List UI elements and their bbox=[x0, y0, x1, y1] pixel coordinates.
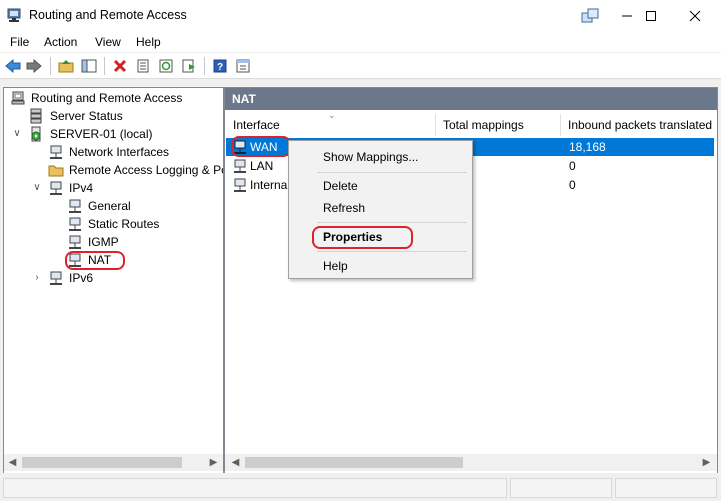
server-status-icon bbox=[28, 108, 44, 124]
network-interface-icon bbox=[232, 158, 248, 174]
properties-sheet-icon[interactable] bbox=[134, 57, 152, 75]
general-icon bbox=[67, 198, 83, 214]
title-bar: Routing and Remote Access bbox=[0, 0, 721, 31]
network-interface-icon bbox=[232, 177, 248, 193]
left-horizontal-scrollbar[interactable]: ◀ ▶ bbox=[4, 454, 223, 471]
menu-bar: File Action View Help bbox=[0, 31, 721, 52]
app-icon bbox=[6, 7, 22, 23]
console-tree: Routing and Remote Access Server Status … bbox=[3, 87, 224, 475]
help-icon[interactable]: ? bbox=[211, 57, 229, 75]
tree-label: IGMP bbox=[88, 235, 119, 249]
tree-label: Static Routes bbox=[88, 217, 160, 231]
highlight-ring-nat bbox=[65, 251, 125, 270]
context-menu: Show Mappings... Delete Refresh Properti… bbox=[288, 140, 473, 279]
menu-item-help[interactable]: Help bbox=[323, 259, 348, 273]
menu-file[interactable]: File bbox=[10, 35, 29, 49]
cell-inbound: 0 bbox=[569, 178, 576, 192]
server-running-icon bbox=[28, 126, 44, 142]
menu-item-delete[interactable]: Delete bbox=[323, 179, 358, 193]
column-inbound-translated[interactable]: Inbound packets translated bbox=[568, 114, 712, 136]
panel-title: NAT bbox=[232, 92, 256, 106]
back-arrow-icon[interactable] bbox=[4, 57, 22, 75]
tree-label: IPv6 bbox=[69, 271, 94, 285]
forward-arrow-icon[interactable] bbox=[25, 57, 43, 75]
export-list-icon[interactable] bbox=[180, 57, 198, 75]
highlight-ring-wan bbox=[231, 136, 291, 157]
tree-label: Routing and Remote Access bbox=[31, 91, 183, 105]
right-horizontal-scrollbar[interactable]: ◀ ▶ bbox=[225, 454, 717, 471]
cell-inbound: 18,168 bbox=[569, 140, 606, 154]
tree-label: General bbox=[88, 199, 131, 213]
tree-label: Server Status bbox=[50, 109, 123, 123]
status-bar bbox=[0, 473, 721, 501]
scroll-left-icon[interactable]: ◀ bbox=[227, 454, 244, 471]
menu-action[interactable]: Action bbox=[44, 35, 77, 49]
tree-label: SERVER-01 (local) bbox=[50, 127, 153, 141]
ipv6-icon bbox=[48, 270, 64, 286]
highlight-ring-properties bbox=[312, 226, 413, 249]
cell-interface: Internal bbox=[250, 178, 291, 192]
scroll-right-icon[interactable]: ▶ bbox=[205, 454, 222, 471]
folder-icon bbox=[48, 162, 64, 178]
menu-view[interactable]: View bbox=[95, 35, 121, 49]
scroll-thumb[interactable] bbox=[22, 457, 182, 468]
column-total-mappings[interactable]: Total mappings bbox=[443, 114, 524, 136]
menu-item-refresh[interactable]: Refresh bbox=[323, 201, 365, 215]
toolbar: ? bbox=[0, 53, 721, 79]
static-routes-icon bbox=[67, 216, 83, 232]
server-icon bbox=[10, 90, 26, 106]
scroll-right-icon[interactable]: ▶ bbox=[698, 454, 715, 471]
scroll-thumb[interactable] bbox=[245, 457, 463, 468]
refresh-icon[interactable] bbox=[157, 57, 175, 75]
up-folder-icon[interactable] bbox=[57, 57, 75, 75]
cell-interface: LAN bbox=[250, 159, 274, 173]
collapse-chevron-icon[interactable]: ∨ bbox=[32, 179, 42, 197]
status-cell-tertiary bbox=[615, 478, 717, 498]
tree-label: Network Interfaces bbox=[69, 145, 170, 159]
status-cell-main bbox=[3, 478, 507, 498]
window-title: Routing and Remote Access bbox=[29, 8, 187, 22]
close-button[interactable] bbox=[672, 0, 718, 31]
sort-indicator-icon: ⌄ bbox=[328, 110, 336, 120]
panel-header: NAT bbox=[225, 88, 717, 110]
cell-inbound: 0 bbox=[569, 159, 576, 173]
show-action-pane-icon[interactable] bbox=[234, 57, 252, 75]
maximize-button[interactable] bbox=[628, 0, 674, 31]
menu-item-show-mappings[interactable]: Show Mappings... bbox=[323, 150, 418, 164]
tree-label: Remote Access Logging & Policies bbox=[69, 163, 223, 177]
show-hide-tree-icon[interactable] bbox=[80, 57, 98, 75]
collapse-chevron-icon[interactable]: ∨ bbox=[12, 125, 22, 143]
svg-text:?: ? bbox=[217, 62, 223, 73]
ipv4-icon bbox=[48, 180, 64, 196]
delete-icon[interactable] bbox=[111, 57, 129, 75]
scroll-left-icon[interactable]: ◀ bbox=[4, 454, 21, 471]
status-cell-secondary bbox=[510, 478, 612, 498]
menu-help[interactable]: Help bbox=[136, 35, 161, 49]
network-interface-icon bbox=[48, 144, 64, 160]
igmp-icon bbox=[67, 234, 83, 250]
expand-chevron-icon[interactable]: › bbox=[32, 269, 42, 287]
tree-label: IPv4 bbox=[69, 181, 94, 195]
column-interface[interactable]: Interface bbox=[233, 114, 280, 136]
